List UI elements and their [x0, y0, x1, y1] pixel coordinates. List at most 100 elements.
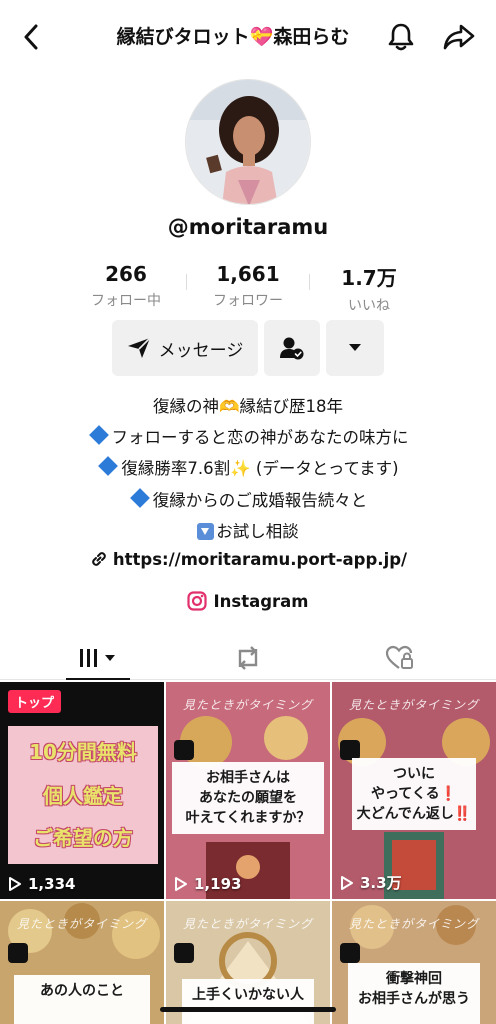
caption-line: 衝撃神回 — [386, 971, 442, 987]
video-tile[interactable]: 見たときがタイミング 衝撃神回 お相手さんが思う — [332, 901, 496, 1024]
blue-diamond-icon — [88, 425, 109, 445]
bio-link[interactable]: https://moritaramu.port-app.jp/ — [0, 549, 496, 569]
view-count-text: 3.3万 — [360, 874, 402, 892]
view-count: 1,334 — [8, 875, 75, 893]
followers-count: 1,661 — [216, 262, 280, 286]
thumbnail-text-line: ご希望の方 — [33, 826, 133, 850]
caption-line: 大どんでん返し‼️ — [356, 806, 472, 822]
video-tile[interactable]: トップ 10分間無料 個人鑑定 ご希望の方 1,334 — [0, 682, 164, 899]
videos-grid-icon — [80, 649, 115, 667]
send-icon — [127, 337, 151, 358]
play-icon — [9, 877, 21, 891]
bio-line-4-text: 復縁からのご成婚報告続々と — [152, 491, 368, 510]
more-options-button[interactable] — [326, 320, 384, 376]
thumbnail-text-line: 10分間無料 — [29, 740, 137, 764]
video-tile[interactable]: 見たときがタイミング 上手くいかない人 — [166, 901, 330, 1024]
bio-line-5-text: お試し相談 — [216, 522, 299, 541]
bio-line-3: 復縁勝率7.6割✨ (データとってます) — [0, 455, 496, 479]
thumbnail-header: 見たときがタイミング — [16, 917, 147, 931]
following-label: フォロー中 — [91, 293, 161, 309]
tab-liked[interactable] — [368, 636, 432, 680]
thumbnail-caption: あの人のこと — [14, 975, 150, 1024]
view-count: 3.3万 — [340, 872, 402, 893]
view-count: 1,193 — [174, 875, 241, 893]
link-icon — [92, 552, 106, 566]
instagram-label: Instagram — [213, 592, 309, 611]
instagram-link[interactable]: Instagram — [0, 591, 496, 611]
bio-link-text: https://moritaramu.port-app.jp/ — [112, 550, 408, 569]
following-status-button[interactable] — [264, 320, 320, 376]
caret-down-icon — [349, 344, 361, 351]
top-bar: 縁結びタロット💝森田らむ — [0, 0, 496, 76]
repost-icon — [238, 646, 258, 670]
thumbnail-caption: 衝撃神回 お相手さんが思う — [348, 963, 480, 1024]
bio-line-1: 復縁の神🫶縁結び歴18年 — [152, 397, 344, 416]
bio-line-2: フォローすると恋の神があなたの味方に — [0, 424, 496, 448]
caption-line: 叶えてくれますか？ — [185, 810, 311, 826]
pinned-badge: トップ — [8, 690, 62, 713]
thumbnail-header: 見たときがタイミング — [182, 698, 313, 712]
play-icon — [341, 875, 353, 890]
thumbnail-header: 見たときがタイミング — [348, 698, 479, 712]
tiktok-icon — [340, 943, 360, 963]
caption-line: お相手さんは — [206, 770, 290, 786]
caption-line: お相手さんが思う — [358, 991, 470, 1007]
caption-line: あなたの願望を — [199, 790, 297, 806]
thumbnail-header: 見たときがタイミング — [182, 917, 313, 931]
caption-line: あの人のこと — [40, 983, 124, 999]
thumbnail-header: 見たときがタイミング — [348, 917, 479, 931]
thumbnail-text-line: 個人鑑定 — [43, 784, 123, 808]
stat-divider — [309, 274, 310, 290]
share-arrow-icon — [443, 24, 475, 50]
blue-diamond-icon — [129, 488, 150, 508]
tab-reposts[interactable] — [216, 636, 280, 680]
instagram-icon — [187, 591, 208, 611]
chevron-left-icon — [24, 24, 38, 50]
stat-likes[interactable]: 1.7万 いいね — [314, 262, 424, 315]
tab-active-indicator — [66, 678, 130, 680]
view-count-text: 1,193 — [194, 875, 242, 893]
heart-lock-icon — [385, 645, 413, 669]
profile-avatar[interactable] — [185, 79, 311, 205]
stat-following[interactable]: 266 フォロー中 — [71, 262, 181, 310]
followers-label: フォロワー — [213, 293, 283, 309]
thumbnail-caption: お相手さんは あなたの願望を 叶えてくれますか？ — [172, 762, 324, 834]
video-tile[interactable]: 見たときがタイミング あの人のこと — [0, 901, 164, 1024]
play-icon — [175, 877, 187, 891]
bio-line-4: 復縁からのご成婚報告続々と — [0, 487, 496, 511]
thumbnail-caption: ついに やってくる❗ 大どんでん返し‼️ — [352, 758, 476, 830]
video-grid: トップ 10分間無料 個人鑑定 ご希望の方 1,334 見たときがタイミング お… — [0, 682, 496, 1024]
user-check-icon — [280, 337, 304, 360]
message-button[interactable]: メッセージ — [112, 320, 258, 376]
content-tabs — [0, 636, 496, 680]
blue-diamond-icon — [98, 456, 119, 476]
tiktok-icon — [174, 943, 194, 963]
caption-line: やってくる❗ — [370, 786, 458, 802]
caption-line: ついに — [393, 766, 435, 782]
page-title: 縁結びタロット💝森田らむ — [116, 26, 350, 48]
bio-line-3-text: 復縁勝率7.6割✨ (データとってます) — [121, 459, 399, 478]
tiktok-icon — [174, 740, 194, 760]
likes-label: いいね — [348, 298, 390, 314]
home-indicator — [160, 1007, 336, 1012]
bio-line-5: お試し相談 — [0, 518, 496, 542]
following-count: 266 — [105, 262, 147, 286]
avatar-photo — [186, 80, 310, 204]
tab-videos[interactable] — [66, 636, 130, 680]
tiktok-icon — [8, 943, 28, 963]
stat-followers[interactable]: 1,661 フォロワー — [193, 262, 303, 310]
likes-count: 1.7万 — [341, 266, 397, 290]
message-label: メッセージ — [158, 340, 244, 361]
tiktok-icon — [340, 740, 360, 760]
notification-button[interactable] — [383, 18, 419, 56]
down-arrow-box-icon — [197, 523, 215, 540]
video-tile[interactable]: 見たときがタイミング ついに やってくる❗ 大どんでん返し‼️ 3.3万 — [332, 682, 496, 899]
view-count-text: 1,334 — [28, 875, 76, 893]
share-button[interactable] — [440, 18, 478, 56]
stat-divider — [186, 274, 187, 290]
username: @moritaramu — [167, 215, 329, 239]
bio-line-2-text: フォローすると恋の神があなたの味方に — [111, 428, 409, 447]
video-tile[interactable]: 見たときがタイミング お相手さんは あなたの願望を 叶えてくれますか？ 1,19… — [166, 682, 330, 899]
back-button[interactable] — [14, 20, 48, 54]
bell-icon — [388, 23, 414, 51]
